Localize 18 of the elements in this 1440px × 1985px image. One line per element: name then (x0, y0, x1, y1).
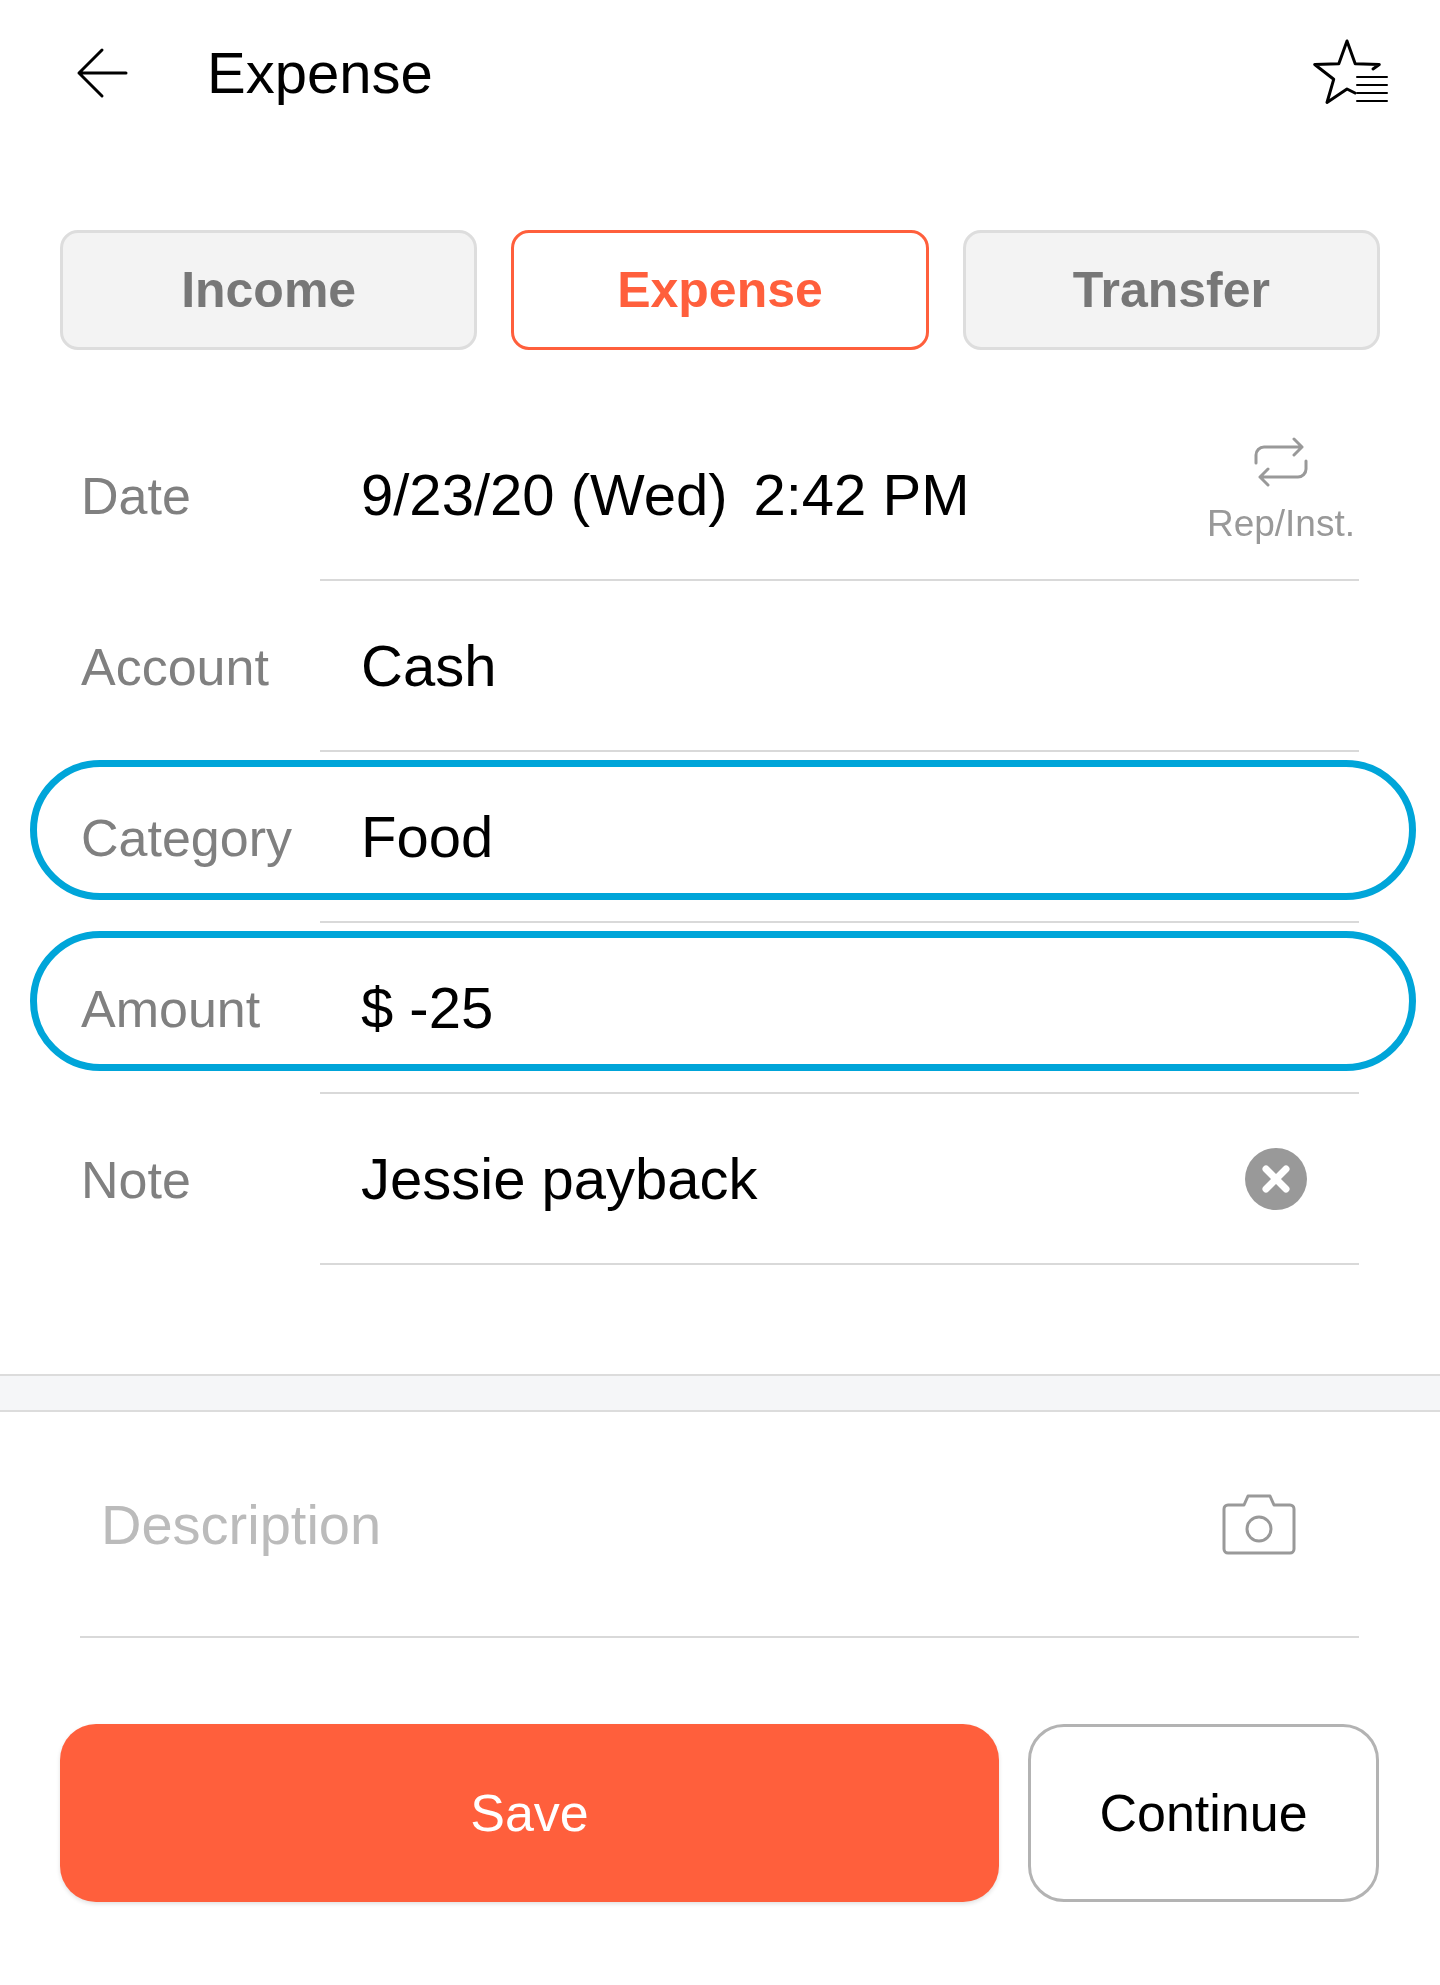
time-value[interactable]: 2:42 PM (753, 451, 970, 538)
date-value[interactable]: 9/23/20 (Wed) (361, 451, 728, 538)
field-label: Note (81, 1149, 192, 1211)
tab[interactable]: Transfer (962, 230, 1380, 350)
field-value[interactable]: Food (361, 793, 494, 880)
field-label: Date (81, 465, 192, 527)
description-field[interactable]: Description (101, 1479, 1222, 1569)
tab[interactable]: Income (60, 230, 478, 350)
clear-icon[interactable] (1245, 1147, 1307, 1210)
field-label: Account (81, 636, 270, 698)
field-value[interactable]: Jessie payback (361, 1135, 758, 1222)
back-arrow-icon[interactable] (76, 46, 128, 99)
field-label: Category (81, 807, 293, 869)
field-value[interactable]: $ -25 (361, 964, 494, 1051)
continue-button[interactable]: Continue (1028, 1724, 1379, 1902)
camera-icon[interactable] (1222, 1493, 1296, 1555)
field-label: Amount (81, 978, 262, 1040)
field-value[interactable]: Cash (361, 622, 497, 709)
